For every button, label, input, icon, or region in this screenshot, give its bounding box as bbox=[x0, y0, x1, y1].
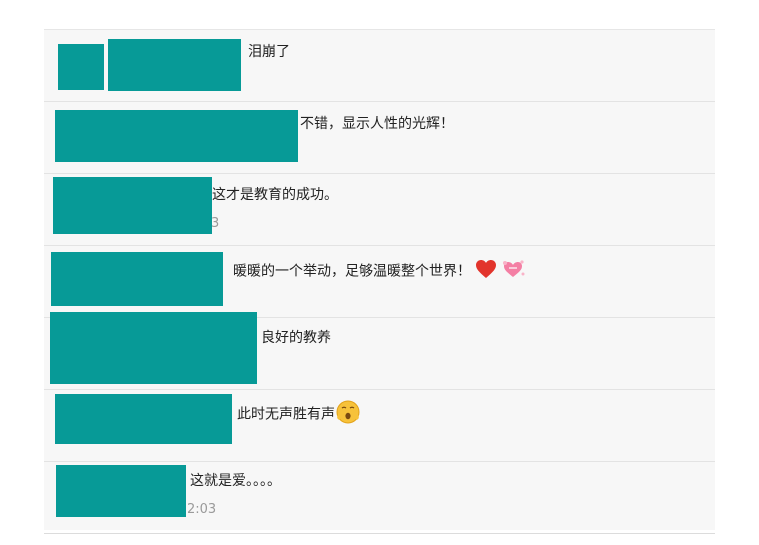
comment-text: 这才是教育的成功。 bbox=[212, 187, 338, 203]
comment-text: 暖暖的一个举动，足够温暖整个世界！ bbox=[233, 259, 525, 284]
comment-time: 3 bbox=[211, 216, 220, 231]
comment-text-body: 暖暖的一个举动，足够温暖整个世界！ bbox=[233, 263, 471, 280]
comment-row: 这才是教育的成功。 3 bbox=[44, 174, 715, 246]
redacted-user-info bbox=[50, 312, 257, 384]
redacted-user-info bbox=[53, 177, 212, 234]
comment-row: 良好的教养 bbox=[44, 312, 715, 390]
comment-list: 泪崩了 不错，显示人性的光辉！ 这才是教育的成功。 3 暖暖的一个举动，足够温暖… bbox=[44, 29, 715, 534]
comment-text: 不错，显示人性的光辉！ bbox=[300, 116, 454, 132]
redacted-username bbox=[108, 39, 241, 91]
redacted-user-info bbox=[56, 465, 186, 517]
hushed-face-icon bbox=[336, 400, 360, 429]
comment-row: 不错，显示人性的光辉！ bbox=[44, 102, 715, 174]
avatar bbox=[58, 44, 104, 90]
redacted-user-info bbox=[55, 110, 298, 162]
comment-text: 此时无声胜有声 bbox=[237, 400, 360, 429]
comment-row: 泪崩了 bbox=[44, 30, 715, 102]
heart-burst-icon bbox=[501, 259, 525, 284]
comment-text-body: 此时无声胜有声 bbox=[237, 406, 335, 423]
redacted-user-info bbox=[55, 394, 232, 444]
heart-icon bbox=[475, 259, 497, 284]
comment-text: 这就是爱。。。。 bbox=[190, 473, 281, 489]
comment-time: 2:03 bbox=[187, 502, 217, 517]
comment-row: 暖暖的一个举动，足够温暖整个世界！ bbox=[44, 246, 715, 318]
redacted-user-info bbox=[51, 252, 223, 306]
comment-text: 泪崩了 bbox=[248, 44, 290, 60]
comment-row: 这就是爱。。。。 2:03 bbox=[44, 462, 715, 534]
comment-row: 此时无声胜有声 bbox=[44, 390, 715, 462]
comment-text: 良好的教养 bbox=[261, 330, 331, 346]
